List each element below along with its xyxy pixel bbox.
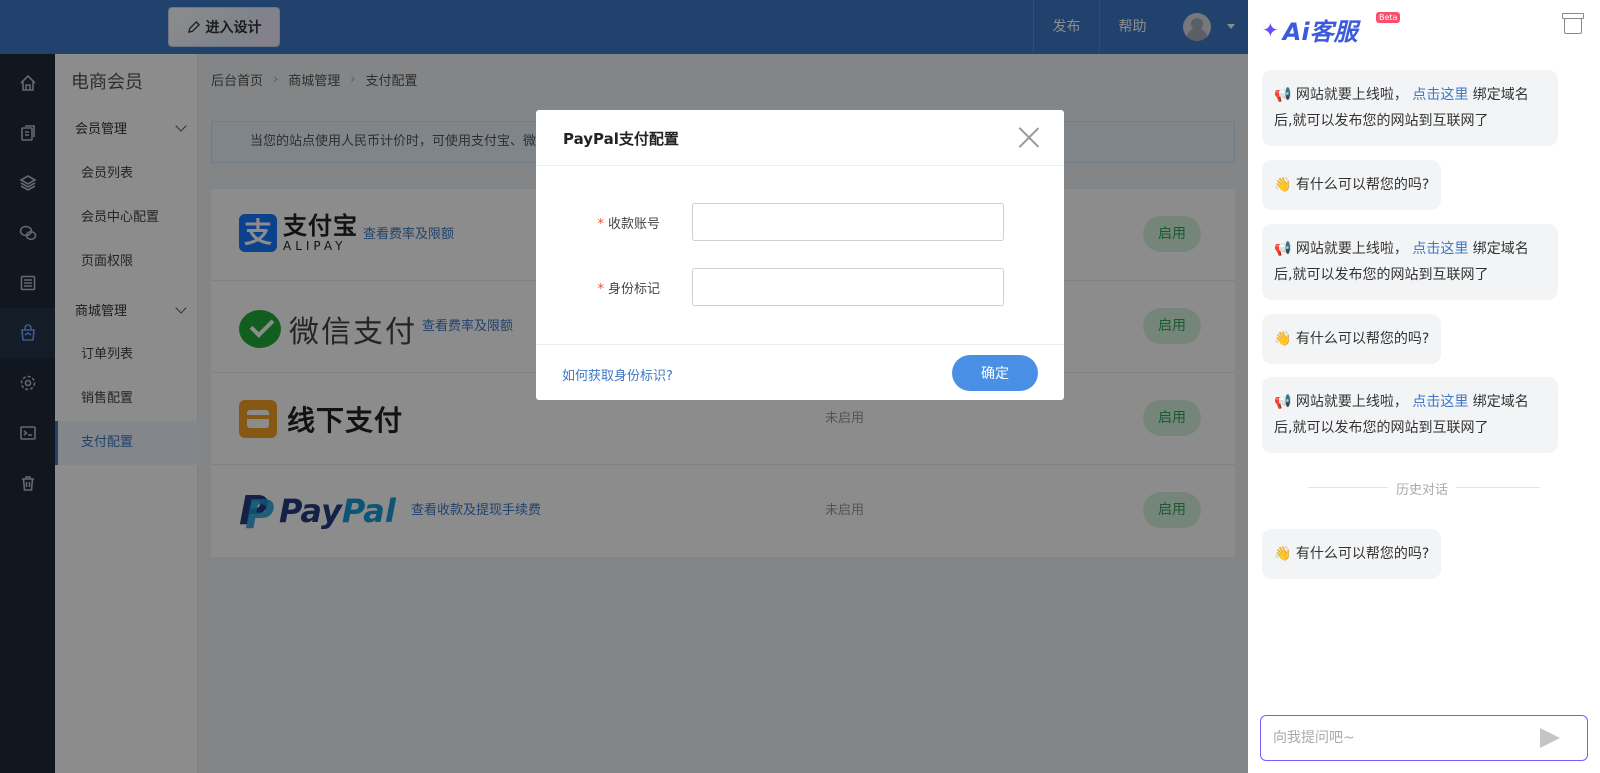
- megaphone-icon: 📢: [1274, 87, 1296, 103]
- bind-domain-link[interactable]: 点击这里: [1412, 241, 1468, 257]
- wave-hand-icon: 👋: [1274, 177, 1296, 193]
- sparkle-icon: ✦: [1262, 17, 1279, 42]
- message-text: 有什么可以帮您的吗?: [1295, 177, 1430, 193]
- megaphone-icon: 📢: [1274, 241, 1296, 257]
- modal-header: PayPal支付配置: [536, 110, 1064, 166]
- message-text: 网站就要上线啦，: [1295, 394, 1408, 410]
- bind-domain-link[interactable]: 点击这里: [1412, 394, 1468, 410]
- message-text: 网站就要上线啦，: [1295, 87, 1408, 103]
- paypal-config-modal: PayPal支付配置 * 收款账号 * 身份标记 如何获取身份标识? 确定: [536, 110, 1064, 400]
- ai-chat-panel: ✦ Ai客服 Beta 📢 网站就要上线啦， 点击这里 绑定域名后,就可以发布您…: [1248, 0, 1600, 773]
- chat-message: 👋 有什么可以帮您的吗?: [1262, 314, 1442, 364]
- bind-domain-link[interactable]: 点击这里: [1412, 87, 1468, 103]
- wave-hand-icon: 👋: [1274, 546, 1296, 562]
- chat-input[interactable]: [1260, 715, 1588, 761]
- identity-label-text: 身份标记: [607, 282, 660, 297]
- message-text: 有什么可以帮您的吗?: [1295, 546, 1430, 562]
- ai-service-logo: ✦ Ai客服: [1262, 12, 1358, 47]
- megaphone-icon: 📢: [1274, 394, 1296, 410]
- required-mark: *: [597, 282, 604, 297]
- wave-hand-icon: 👋: [1274, 331, 1296, 347]
- chat-message: 📢 网站就要上线啦， 点击这里 绑定域名后,就可以发布您的网站到互联网了: [1262, 377, 1558, 453]
- send-icon[interactable]: [1540, 728, 1560, 748]
- form-row-account: * 收款账号: [536, 203, 1064, 241]
- history-divider: 历史对话: [1248, 479, 1600, 498]
- chat-header: ✦ Ai客服 Beta: [1248, 0, 1600, 54]
- confirm-button[interactable]: 确定: [952, 355, 1038, 391]
- chat-message: 📢 网站就要上线啦， 点击这里 绑定域名后,就可以发布您的网站到互联网了: [1262, 224, 1558, 300]
- history-label[interactable]: 历史对话: [1388, 479, 1457, 498]
- account-label-text: 收款账号: [607, 217, 660, 232]
- identity-input[interactable]: [692, 268, 1004, 306]
- ai-service-name: Ai客服: [1282, 18, 1358, 46]
- gift-icon[interactable]: [1562, 13, 1584, 34]
- how-to-get-identity-link[interactable]: 如何获取身份标识?: [562, 365, 673, 384]
- account-input[interactable]: [692, 203, 1004, 241]
- message-text: 有什么可以帮您的吗?: [1295, 331, 1430, 347]
- chat-message: 📢 网站就要上线啦， 点击这里 绑定域名后,就可以发布您的网站到互联网了: [1262, 70, 1558, 146]
- required-mark: *: [597, 217, 604, 232]
- message-text: 网站就要上线啦，: [1295, 241, 1408, 257]
- modal-footer: 如何获取身份标识? 确定: [536, 344, 1064, 400]
- beta-badge: Beta: [1376, 12, 1401, 23]
- modal-title: PayPal支付配置: [563, 130, 679, 148]
- form-row-identity: * 身份标记: [536, 268, 1064, 306]
- close-icon[interactable]: [1018, 126, 1040, 148]
- chat-message: 👋 有什么可以帮您的吗?: [1262, 529, 1442, 579]
- chat-message: 👋 有什么可以帮您的吗?: [1262, 160, 1442, 210]
- identity-label: * 身份标记: [597, 278, 660, 297]
- account-label: * 收款账号: [597, 213, 660, 232]
